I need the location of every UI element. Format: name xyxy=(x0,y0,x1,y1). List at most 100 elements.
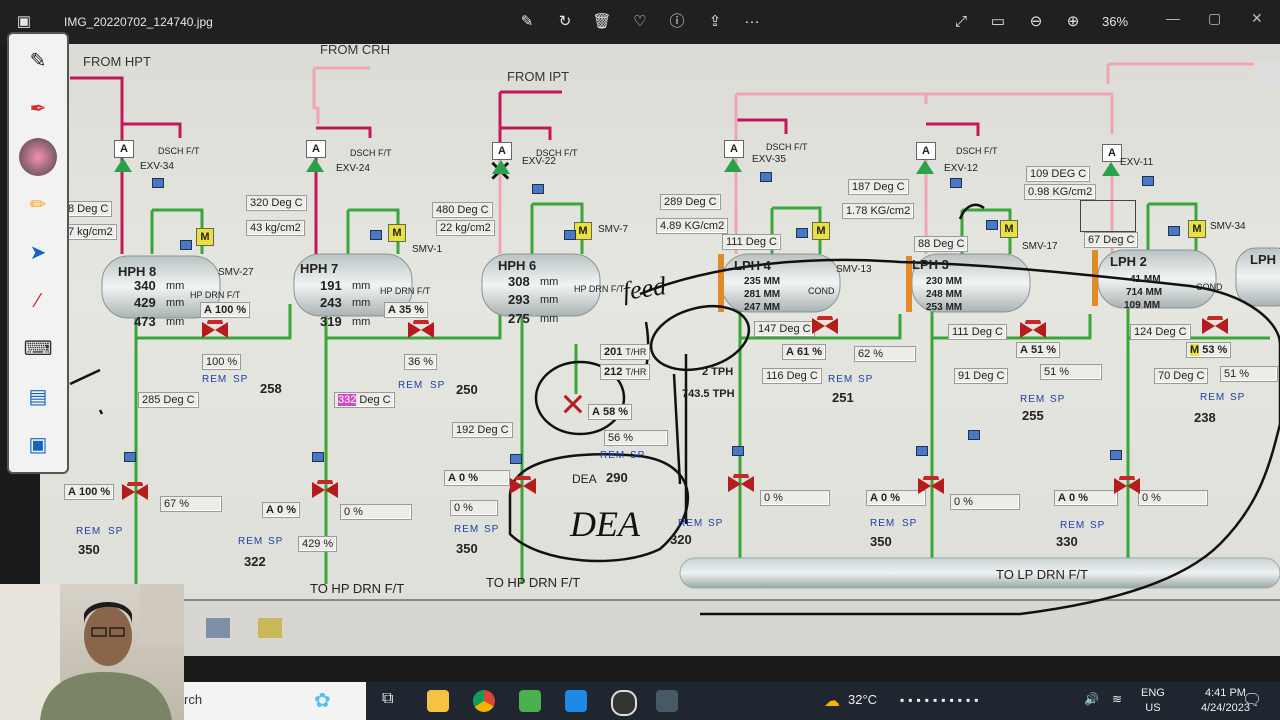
keyboard-icon[interactable]: ⌨ xyxy=(23,334,53,364)
hph7-setpoint[interactable]: 250 xyxy=(456,382,478,397)
lph2-emer-valve-icon[interactable] xyxy=(1114,476,1140,496)
dea-sp[interactable]: SP xyxy=(630,450,645,461)
file-explorer-icon[interactable] xyxy=(427,690,449,712)
rotate-icon[interactable]: ↻ xyxy=(555,12,575,32)
lph4-emer-valve-icon[interactable] xyxy=(728,474,754,494)
smv1-motor-badge[interactable]: M xyxy=(388,224,406,242)
monitor-icon[interactable] xyxy=(1142,176,1154,186)
hph7-valve-auto[interactable]: A 35 % xyxy=(384,302,429,318)
hph8-sp[interactable]: SP xyxy=(233,374,248,385)
lph2-valve-auto[interactable]: A 51 % xyxy=(1016,342,1061,358)
notification-icon[interactable]: 🗨 xyxy=(1242,690,1262,710)
heater-hph8[interactable]: HPH 8 xyxy=(118,264,156,279)
monitor-icon[interactable] xyxy=(916,446,928,456)
lph4-rem[interactable]: REM xyxy=(828,374,853,385)
lph3-emer-setpoint[interactable]: 350 xyxy=(870,534,892,549)
pen-tool-icon[interactable]: ✎ xyxy=(23,46,53,76)
info-icon[interactable]: ⓘ xyxy=(667,12,687,32)
exv35-valve-icon[interactable] xyxy=(724,158,742,172)
monitor-icon[interactable] xyxy=(180,240,192,250)
smv34-motor-badge[interactable]: M xyxy=(1188,220,1206,238)
exv22-auto-badge[interactable]: A xyxy=(492,142,512,160)
exv24-auto-badge[interactable]: A xyxy=(306,140,326,158)
lph3-emer-sp[interactable]: SP xyxy=(902,518,917,529)
hph7-sp[interactable]: SP xyxy=(430,380,445,391)
lph2-rem[interactable]: REM xyxy=(1200,392,1225,403)
dea-rem[interactable]: REM xyxy=(600,450,625,461)
pen-app-icon[interactable] xyxy=(656,690,678,712)
hph7-emer-rem[interactable]: REM xyxy=(238,536,263,547)
hph8-emer-sp[interactable]: SP xyxy=(108,526,123,537)
zoom-level[interactable]: 36% xyxy=(1102,14,1128,29)
heater-lph4[interactable]: LPH 4 xyxy=(734,258,771,273)
monitor-icon[interactable] xyxy=(796,228,808,238)
cursor-icon[interactable]: ➤ xyxy=(23,238,53,268)
tray-icons[interactable]: ▪▪▪▪▪▪▪▪▪▪ xyxy=(900,693,983,707)
exv34-valve-icon[interactable] xyxy=(114,158,132,172)
heater-lph2[interactable]: LPH 2 xyxy=(1110,254,1147,269)
lph4-control-valve-icon[interactable] xyxy=(812,316,838,336)
lph3-emer-rem[interactable]: REM xyxy=(870,518,895,529)
hph7-emer-valve-icon[interactable] xyxy=(312,480,338,500)
dea-sp-2[interactable]: SP xyxy=(708,518,723,529)
task-view-icon[interactable]: ⧉ xyxy=(382,690,393,708)
hph6-sp[interactable]: SP xyxy=(484,524,499,535)
lph4-sp[interactable]: SP xyxy=(858,374,873,385)
smv27-motor-badge[interactable]: M xyxy=(196,228,214,246)
hph7-emer-setpoint[interactable]: 322 xyxy=(244,554,266,569)
minimize-icon[interactable]: — xyxy=(1166,10,1180,26)
monitor-icon[interactable] xyxy=(564,230,576,240)
highlighter-icon[interactable]: ✏ xyxy=(23,190,53,220)
volume-icon[interactable]: 🔊 xyxy=(1084,692,1099,706)
monitor-icon[interactable] xyxy=(124,452,136,462)
lph3-control-valve-icon[interactable] xyxy=(1020,320,1046,340)
fit-icon[interactable]: ▭ xyxy=(988,12,1008,32)
recorder-icon[interactable] xyxy=(611,690,637,716)
hph8-emer-setpoint[interactable]: 350 xyxy=(78,542,100,557)
monitor-icon[interactable] xyxy=(950,178,962,188)
dea-rem-2[interactable]: REM xyxy=(678,518,703,529)
smv13-motor-badge[interactable]: M xyxy=(812,222,830,240)
hph7-rem[interactable]: REM xyxy=(398,380,423,391)
whiteboard-icon[interactable]: ▤ xyxy=(23,382,53,412)
edit-icon[interactable]: ✎ xyxy=(517,12,537,32)
favorite-icon[interactable]: ♡ xyxy=(630,12,650,32)
fullscreen-icon[interactable]: ⤢ xyxy=(951,12,971,32)
laser-icon[interactable]: ⁄ xyxy=(23,286,53,316)
dea-setpoint[interactable]: 290 xyxy=(606,470,628,485)
lph2-emer-sp[interactable]: SP xyxy=(1090,520,1105,531)
exv34-auto-badge[interactable]: A xyxy=(114,140,134,158)
lph2-emer-valve[interactable]: A 0 % xyxy=(1054,490,1118,506)
exv12-auto-badge[interactable]: A xyxy=(916,142,936,160)
close-icon[interactable]: ✕ xyxy=(1251,10,1263,27)
hph7-control-valve-icon[interactable] xyxy=(408,320,434,340)
smv7-motor-badge[interactable]: M xyxy=(574,222,592,240)
hph8-emer-valve[interactable]: A 100 % xyxy=(64,484,115,500)
hph8-control-valve-icon[interactable] xyxy=(202,320,228,340)
lph3-emer-valve-icon[interactable] xyxy=(918,476,944,496)
share-icon[interactable]: ⇪ xyxy=(705,12,725,32)
exv22-valve-icon[interactable] xyxy=(492,160,510,174)
lph2-emer-setpoint[interactable]: 330 xyxy=(1056,534,1078,549)
monitor-icon[interactable] xyxy=(312,452,324,462)
exv35-auto-badge[interactable]: A xyxy=(724,140,744,158)
monitor-icon[interactable] xyxy=(532,184,544,194)
lph3-rem[interactable]: REM xyxy=(1020,394,1045,405)
language-indicator[interactable]: ENG US xyxy=(1141,686,1165,716)
dea-valve-auto[interactable]: A 58 % xyxy=(588,404,633,420)
search-box[interactable]: rch ✿ xyxy=(184,682,366,720)
lph3-setpoint[interactable]: 255 xyxy=(1022,408,1044,423)
monitor-icon[interactable] xyxy=(760,172,772,182)
maximize-icon[interactable]: ▢ xyxy=(1208,10,1221,27)
lph3-emer-valve[interactable]: A 0 % xyxy=(866,490,926,506)
hph8-setpoint[interactable]: 258 xyxy=(260,381,282,396)
hph6-emer-valve-icon[interactable] xyxy=(510,476,536,496)
lph4-setpoint[interactable]: 251 xyxy=(832,390,854,405)
dea-setpoint-2[interactable]: 320 xyxy=(670,532,692,547)
weather-icon[interactable]: ☁ xyxy=(824,691,840,711)
hph8-emer-valve-icon[interactable] xyxy=(122,482,148,502)
monitor-icon[interactable] xyxy=(732,446,744,456)
heater-lph1[interactable]: LPH xyxy=(1250,252,1276,267)
lph3-sp[interactable]: SP xyxy=(1050,394,1065,405)
hph7-emer-valve[interactable]: A 0 % xyxy=(262,502,300,518)
